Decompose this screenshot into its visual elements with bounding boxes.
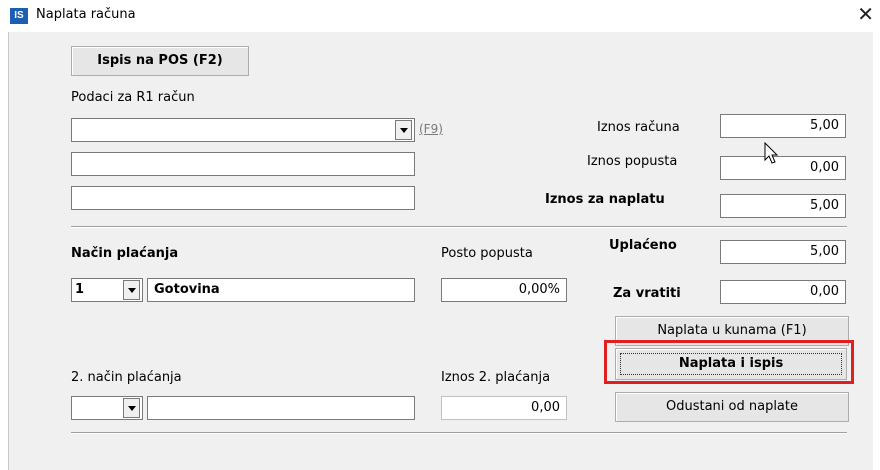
dialog-body: Ispis na POS (F2) Podaci za R1 račun (F9… (8, 32, 873, 470)
payment-method-name-field[interactable]: Gotovina (147, 278, 415, 302)
r1-customer-combo[interactable] (71, 118, 415, 142)
to-pay-label: Iznos za naplatu (545, 192, 665, 207)
invoice-amount-field[interactable]: 5,00 (720, 114, 846, 138)
to-pay-field[interactable]: 5,00 (720, 194, 846, 218)
window-title: Naplata računa (36, 7, 136, 22)
dropdown-arrow-icon[interactable] (123, 280, 140, 300)
payment-method-2-name-field[interactable] (147, 396, 415, 420)
r1-label: Podaci za R1 račun (71, 90, 195, 105)
app-icon: IS (10, 8, 28, 24)
f9-link[interactable]: (F9) (419, 122, 443, 136)
discount-amount-label: Iznos popusta (587, 154, 678, 169)
mouse-cursor-icon (764, 142, 779, 164)
r1-line3-field[interactable] (71, 186, 415, 210)
discount-percent-field[interactable]: 0,00% (441, 278, 567, 302)
paid-label: Uplaćeno (609, 238, 677, 253)
separator-top (71, 226, 847, 228)
amount-2-field[interactable]: 0,00 (441, 396, 567, 420)
payment-method-code: 1 (75, 282, 85, 297)
title-bar: IS Naplata računa ✕ (0, 0, 880, 32)
payment-method-2-code-combo[interactable] (71, 396, 143, 420)
pay-and-print-button[interactable]: Naplata i ispis (615, 348, 847, 380)
dropdown-arrow-icon[interactable] (123, 398, 140, 418)
paid-field[interactable]: 5,00 (720, 240, 846, 264)
payment-method-2-label: 2. način plaćanja (71, 370, 182, 385)
separator-bottom (71, 432, 847, 434)
pay-and-print-label: Naplata i ispis (678, 356, 784, 371)
r1-line2-field[interactable] (71, 152, 415, 176)
print-pos-button[interactable]: Ispis na POS (F2) (71, 46, 249, 76)
close-icon[interactable]: ✕ (857, 2, 874, 26)
amount-2-label: Iznos 2. plaćanja (441, 370, 551, 385)
payment-method-label: Način plaćanja (71, 246, 179, 261)
change-label: Za vratiti (613, 286, 681, 301)
dropdown-arrow-icon[interactable] (395, 120, 412, 140)
discount-amount-field[interactable]: 0,00 (720, 156, 846, 180)
change-field[interactable]: 0,00 (720, 280, 846, 304)
payment-method-code-combo[interactable]: 1 (71, 278, 143, 302)
discount-percent-label: Posto popusta (441, 246, 533, 261)
invoice-amount-label: Iznos računa (597, 120, 680, 135)
cancel-payment-button[interactable]: Odustani od naplate (615, 392, 849, 422)
